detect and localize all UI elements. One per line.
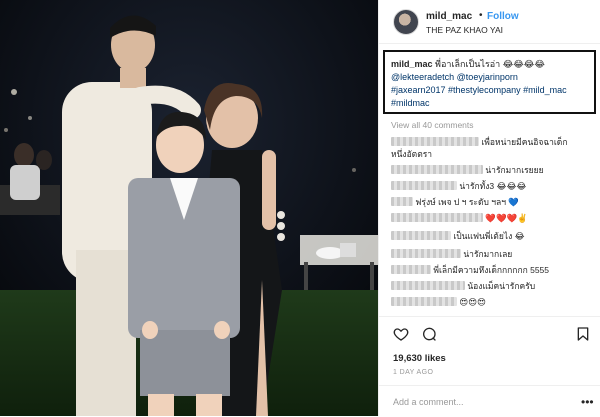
caption-username[interactable]: mild_mac [391,59,433,69]
blurred-username [391,165,483,174]
comment-text: น่ารักทั้ง3 [459,181,495,191]
comment-bubble-icon[interactable] [421,326,437,342]
comment-text: เพื่อหน่ายมีคนอิจฉาเด็ก [481,137,568,147]
comment-item: ❤️❤️❤️✌️ [391,212,528,224]
comments-section[interactable]: mild_mac พี่อาเล็กเป็นไรอ่า 😂😂😂😂 @lektee… [379,44,600,316]
caption-hashtags-1[interactable]: #jaxearn2017 #thestylecompany #mild_mac [391,84,567,96]
comment-text: น้องแม็คน่ารักครับ [467,281,536,291]
comment-text-continued: หนึ่งอัตตรา [391,149,433,159]
bookmark-icon[interactable] [575,326,591,342]
comment-emoji: 😂 [514,231,525,241]
comment-text: น่ารักมากเรยยย [485,165,544,175]
caption-mentions[interactable]: @lekteeradetch @toeyjarinporn [391,71,518,83]
comment-item: น่ารักมากเลย [391,248,512,260]
comment-emoji: 💙 [508,197,519,207]
blurred-username [391,231,451,240]
comment-item: ฟรุ่งษ์ เพจ ป ฯ ระดับ ฯลฯ 💙 [391,196,519,208]
caption-text: พี่อาเล็กเป็นไรอ่า [435,59,501,69]
comment-text: เป็นแฟนพี่เต้ยไง [453,231,513,241]
like-heart-icon[interactable] [393,326,409,342]
comment-item: เป็นแฟนพี่เต้ยไง 😂 [391,230,525,242]
blurred-username [391,265,431,274]
follow-button[interactable]: Follow [487,11,519,22]
comment-emoji: 😂😂😂 [496,181,527,191]
photo-illustration [0,0,378,416]
comment-text: น่ารักมากเลย [463,249,513,259]
post-actions: 19,630 likes 1 DAY AGO Add a comment... … [379,316,600,416]
post-location[interactable]: THE PAZ KHAO YAI [426,25,503,35]
caption-emojis: 😂😂😂😂 [502,59,545,69]
blurred-username [391,281,465,290]
caption-line-1: mild_mac พี่อาเล็กเป็นไรอ่า 😂😂😂😂 [391,58,545,70]
blurred-username [391,297,457,306]
caption-hashtags-2[interactable]: #mildmac [391,97,430,109]
like-count[interactable]: 19,630 likes [393,353,446,364]
comment-item: 😍😍😍 [391,296,486,308]
post-sidebar: mild_mac • Follow THE PAZ KHAO YAI mild_… [378,0,600,416]
comment-item: น่ารักทั้ง3 😂😂😂 [391,180,526,192]
comment-emoji: ❤️❤️❤️✌️ [485,213,528,223]
blurred-username [391,181,457,190]
post-photo[interactable] [0,0,378,416]
more-options-icon[interactable]: ••• [581,395,594,409]
blurred-username [391,137,479,146]
blurred-username [391,249,461,258]
add-comment-bar: Add a comment... ••• [379,385,600,417]
view-all-comments-link[interactable]: View all 40 comments [391,120,474,130]
comment-item: เพื่อหน่ายมีคนอิจฉาเด็ก [391,136,567,148]
add-comment-input[interactable]: Add a comment... [393,397,464,407]
comment-item: พี่เล็กมีความหึงเด็กกกกกก 5555 [391,264,549,276]
post-header: mild_mac • Follow THE PAZ KHAO YAI [379,0,600,44]
comment-text: พี่เล็กมีความหึงเด็กกกกกก 5555 [433,265,550,275]
separator-dot: • [479,10,483,21]
comment-item: น้องแม็คน่ารักครับ [391,280,535,292]
post-username[interactable]: mild_mac [426,11,472,22]
post-timestamp: 1 DAY AGO [393,369,434,376]
comment-text: ฟรุ่งษ์ เพจ ป ฯ ระดับ ฯลฯ [415,197,506,207]
blurred-username [391,197,413,206]
blurred-username [391,213,483,222]
comment-emoji: 😍😍😍 [459,297,486,307]
instagram-post: mild_mac • Follow THE PAZ KHAO YAI mild_… [0,0,600,416]
comment-item: น่ารักมากเรยยย [391,164,544,176]
avatar[interactable] [393,9,419,35]
